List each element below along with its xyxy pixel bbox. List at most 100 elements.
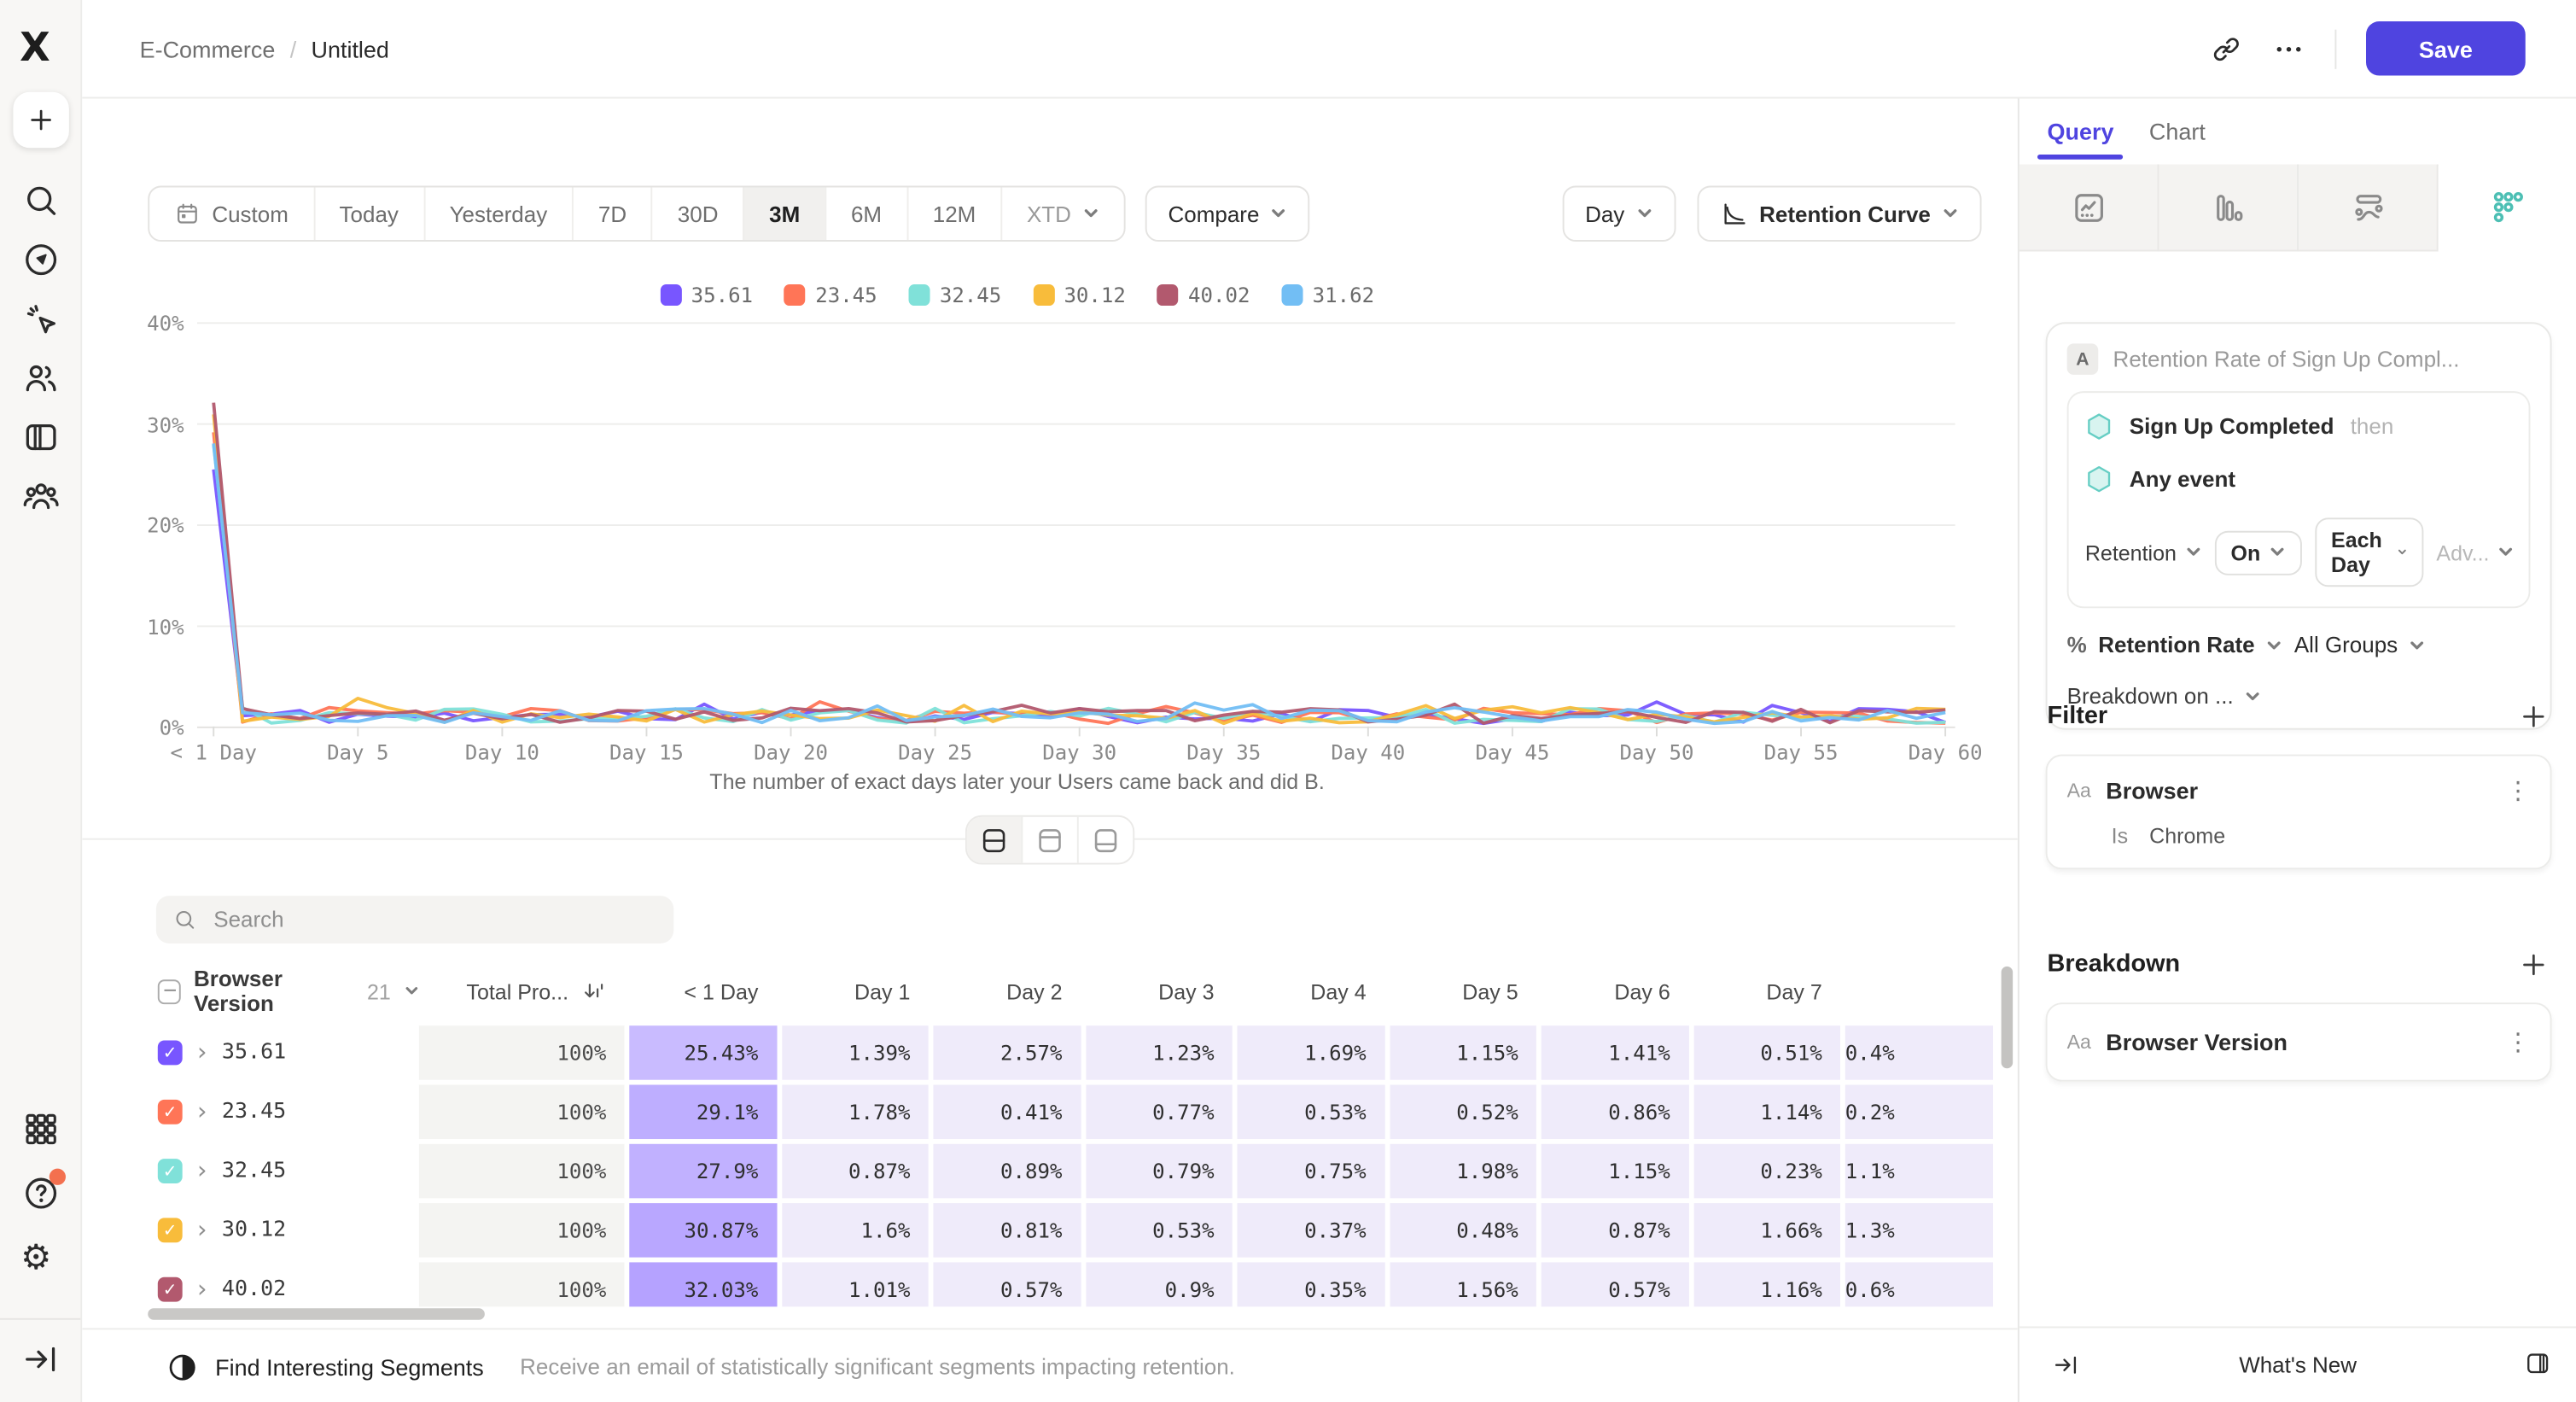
retention-cell[interactable]: 0.87% (1542, 1203, 1688, 1258)
retention-cell[interactable]: 1.6% (781, 1203, 928, 1258)
retention-cell[interactable]: 29.1% (629, 1085, 776, 1140)
column-header[interactable]: < 1 Day (625, 978, 777, 1003)
retention-cell[interactable]: 1.15% (1542, 1144, 1688, 1199)
first-event[interactable]: Sign Up Completed (2130, 414, 2334, 439)
column-header[interactable]: Day 1 (777, 978, 929, 1003)
table-row[interactable]: ✓›35.61100%25.43%1.39%2.57%1.23%1.69%1.1… (82, 1025, 2018, 1080)
retention-cell[interactable]: 0.53% (1085, 1203, 1232, 1258)
sidebar-item-search[interactable] (20, 181, 60, 220)
retention-cell[interactable]: 1.41% (1542, 1025, 1688, 1080)
retention-cell[interactable]: 0.37% (1238, 1203, 1384, 1258)
whats-new-link[interactable]: What's New (2239, 1352, 2357, 1377)
row-expander-icon[interactable]: › (197, 1159, 207, 1183)
retention-cell[interactable]: 1.23% (1085, 1025, 1232, 1080)
column-header[interactable]: Day 7 (1688, 978, 1840, 1003)
retention-cell-clipped[interactable]: 1.3% (1845, 1203, 1992, 1258)
search-input[interactable] (210, 906, 657, 934)
column-header[interactable]: Day 2 (929, 978, 1081, 1003)
column-header[interactable]: Day 4 (1233, 978, 1384, 1003)
kebab-menu-icon[interactable]: ⋮ (2506, 1027, 2531, 1057)
sort-descending-icon[interactable] (581, 978, 606, 1003)
total-column-header[interactable]: Total Pro... (466, 978, 568, 1003)
retention-cell[interactable]: 0.51% (1693, 1025, 1840, 1080)
retention-cell[interactable]: 0.81% (933, 1203, 1080, 1258)
retention-cell[interactable]: 1.01% (781, 1262, 928, 1306)
retention-cell[interactable]: 0.86% (1542, 1085, 1688, 1140)
row-expander-icon[interactable]: › (197, 1277, 207, 1302)
retention-cell[interactable]: 2.57% (933, 1025, 1080, 1080)
legend-item[interactable]: 35.61 (660, 283, 753, 307)
retention-cell-clipped[interactable]: 1.1% (1845, 1144, 1992, 1199)
share-link-icon[interactable] (2210, 32, 2243, 66)
legend-item[interactable]: 30.12 (1033, 283, 1126, 307)
range-30d[interactable]: 30D (651, 187, 743, 240)
row-expander-icon[interactable]: › (197, 1100, 207, 1125)
legend-item[interactable]: 40.02 (1157, 283, 1250, 307)
legend-item[interactable]: 31.62 (1281, 283, 1374, 307)
each-day-dropdown[interactable]: Each Day (2315, 517, 2423, 587)
retention-cell[interactable]: 1.16% (1693, 1262, 1840, 1306)
retention-cell[interactable]: 0.89% (933, 1144, 1080, 1199)
retention-cell[interactable]: 0.35% (1238, 1262, 1384, 1306)
filter-value[interactable]: Chrome (2149, 823, 2225, 848)
retention-cell[interactable]: 27.9% (629, 1144, 776, 1199)
report-type-flows[interactable] (2299, 165, 2439, 252)
mixpanel-logo-icon[interactable]: X (20, 25, 62, 71)
query-title[interactable]: Retention Rate of Sign Up Compl... (2113, 347, 2460, 371)
sidebar-item-cursor-click[interactable] (20, 299, 60, 338)
toggle-split-view[interactable] (967, 817, 1022, 863)
retention-type-dropdown[interactable]: Retention (2085, 540, 2201, 564)
retention-cell[interactable]: 0.9% (1085, 1262, 1232, 1306)
kebab-menu-icon[interactable]: ⋮ (2506, 776, 2531, 806)
legend-item[interactable]: 32.45 (908, 283, 1001, 307)
retention-cell[interactable]: 0.41% (933, 1085, 1080, 1140)
breadcrumb-project[interactable]: E-Commerce (140, 36, 276, 62)
retention-cell[interactable]: 0.87% (781, 1144, 928, 1199)
retention-cell[interactable]: 1.15% (1390, 1025, 1536, 1080)
row-expander-icon[interactable]: › (197, 1218, 207, 1242)
breadcrumb-report-title[interactable]: Untitled (312, 36, 389, 62)
column-header[interactable]: Day 3 (1081, 978, 1233, 1003)
retention-cell[interactable]: 30.87% (629, 1203, 776, 1258)
sidebar-item-users[interactable] (20, 359, 60, 398)
row-checkbox[interactable]: ✓ (158, 1041, 183, 1066)
retention-cell[interactable]: 1.39% (781, 1025, 928, 1080)
retention-cell[interactable]: 1.78% (781, 1085, 928, 1140)
range-7d[interactable]: 7D (572, 187, 651, 240)
toggle-chart-only[interactable] (1021, 817, 1076, 863)
legend-item[interactable]: 23.45 (784, 283, 877, 307)
group-column-header[interactable]: Browser Version (194, 967, 354, 1016)
row-checkbox[interactable]: ✓ (158, 1159, 183, 1183)
retention-cell[interactable]: 0.57% (1542, 1262, 1688, 1306)
range-today[interactable]: Today (313, 187, 423, 240)
add-filter-button[interactable] (2519, 702, 2549, 732)
on-dropdown[interactable]: On (2214, 530, 2301, 575)
row-checkbox[interactable]: ✓ (158, 1100, 183, 1125)
horizontal-scrollbar[interactable] (148, 1308, 485, 1319)
row-checkbox[interactable]: ✓ (158, 1218, 183, 1242)
filter-operator[interactable]: Is (2112, 823, 2128, 848)
range-6m[interactable]: 6M (825, 187, 906, 240)
metric-dropdown[interactable]: Retention Rate (2098, 633, 2254, 657)
row-checkbox[interactable]: ✓ (158, 1277, 183, 1302)
breakdown-property[interactable]: Browser Version (2106, 1029, 2288, 1055)
retention-cell[interactable]: 32.03% (629, 1262, 776, 1306)
tab-chart[interactable]: Chart (2149, 119, 2206, 145)
more-options-icon[interactable] (2272, 32, 2305, 66)
range-custom[interactable]: Custom (149, 187, 313, 240)
retention-cell[interactable]: 1.66% (1693, 1203, 1840, 1258)
retention-cell[interactable]: 0.53% (1238, 1085, 1384, 1140)
create-new-button[interactable] (12, 92, 67, 148)
sidebar-item-help[interactable] (20, 1173, 60, 1212)
retention-cell[interactable]: 0.52% (1390, 1085, 1536, 1140)
groups-dropdown[interactable]: All Groups (2294, 633, 2398, 657)
report-type-insights[interactable] (2019, 165, 2159, 252)
retention-cell[interactable]: 1.56% (1390, 1262, 1536, 1306)
filter-property[interactable]: Browser (2106, 778, 2198, 804)
sidebar-item-grid[interactable] (20, 1109, 60, 1148)
range-3m[interactable]: 3M (743, 187, 825, 240)
retention-cell[interactable]: 0.75% (1238, 1144, 1384, 1199)
table-row[interactable]: ✓›32.45100%27.9%0.87%0.89%0.79%0.75%1.98… (82, 1144, 2018, 1199)
retention-cell-clipped[interactable]: 0.6% (1845, 1262, 1992, 1306)
column-header[interactable]: Day 6 (1536, 978, 1688, 1003)
